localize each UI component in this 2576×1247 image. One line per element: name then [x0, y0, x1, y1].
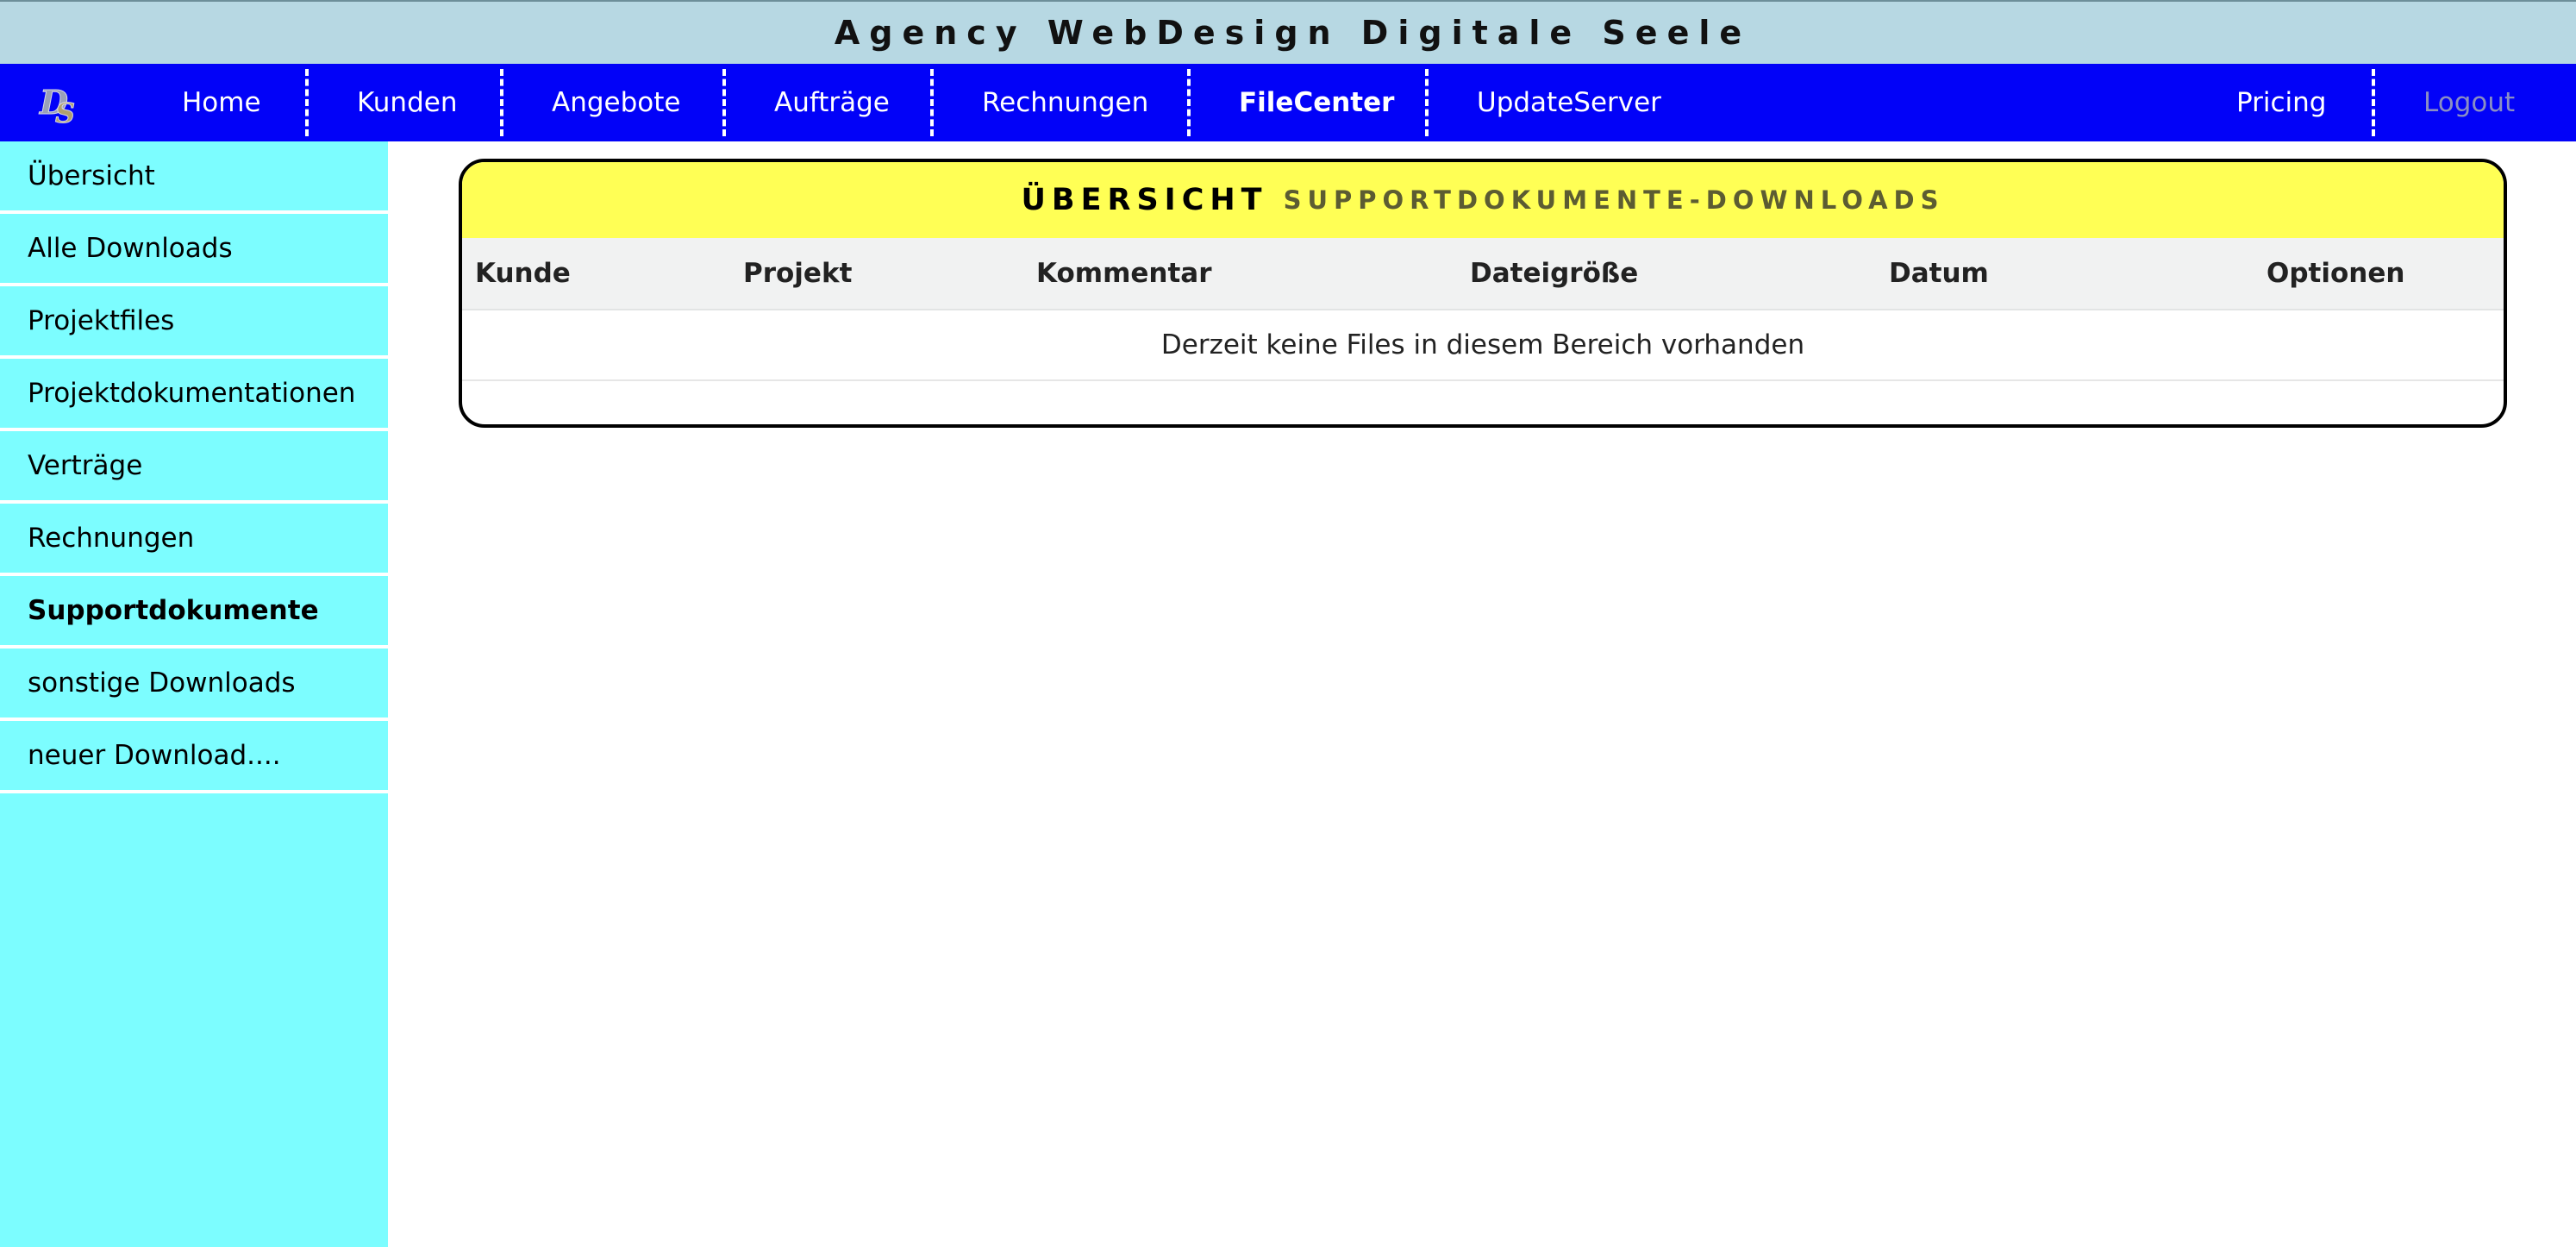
nav-divider: [1425, 69, 1429, 136]
nav-updateserver[interactable]: UpdateServer: [1477, 64, 1661, 141]
column-header-kommentar: Kommentar: [1036, 258, 1212, 289]
column-header-kunde: Kunde: [475, 258, 571, 289]
sidebar-item-projektfiles[interactable]: Projektfiles: [0, 286, 388, 359]
nav-divider: [500, 69, 503, 136]
nav-home[interactable]: Home: [182, 64, 261, 141]
sidebar-item-rechnungen[interactable]: Rechnungen: [0, 504, 388, 576]
app-title-bar: Agency WebDesign Digitale Seele: [0, 0, 2576, 64]
downloads-panel: ÜBERSICHT SUPPORTDOKUMENTE-DOWNLOADS Kun…: [459, 159, 2507, 428]
panel-header: ÜBERSICHT SUPPORTDOKUMENTE-DOWNLOADS: [462, 162, 2504, 238]
nav-divider: [930, 69, 934, 136]
nav-divider: [2372, 69, 2375, 136]
nav-kunden[interactable]: Kunden: [357, 64, 457, 141]
nav-divider: [305, 69, 309, 136]
sidebar-item-alle-downloads[interactable]: Alle Downloads: [0, 214, 388, 286]
nav-rechnungen[interactable]: Rechnungen: [982, 64, 1148, 141]
column-header-dateigroesse: Dateigröße: [1470, 258, 1639, 289]
table-header: Kunde Projekt Kommentar Dateigröße Datum…: [462, 238, 2504, 310]
nav-divider: [1187, 69, 1191, 136]
column-header-datum: Datum: [1889, 258, 1989, 289]
empty-table-message: Derzeit keine Files in diesem Bereich vo…: [462, 310, 2504, 381]
nav-pricing[interactable]: Pricing: [2236, 64, 2327, 141]
sidebar-item-uebersicht[interactable]: Übersicht: [0, 141, 388, 214]
main-nav: D S Home Kunden Angebote Aufträge Rechnu…: [0, 64, 2576, 141]
sidebar-item-neuer-download[interactable]: neuer Download....: [0, 721, 388, 793]
ds-logo-icon[interactable]: D S: [34, 79, 90, 130]
sidebar: Übersicht Alle Downloads Projektfiles Pr…: [0, 141, 388, 1247]
sidebar-item-vertraege[interactable]: Verträge: [0, 431, 388, 504]
column-header-projekt: Projekt: [743, 258, 853, 289]
nav-filecenter[interactable]: FileCenter: [1239, 64, 1394, 141]
nav-logout[interactable]: Logout: [2423, 64, 2515, 141]
sidebar-item-projektdokumentationen[interactable]: Projektdokumentationen: [0, 359, 388, 431]
panel-title: ÜBERSICHT: [1021, 183, 1268, 217]
sidebar-item-supportdokumente[interactable]: Supportdokumente: [0, 576, 388, 649]
sidebar-item-sonstige-downloads[interactable]: sonstige Downloads: [0, 649, 388, 721]
panel-subtitle: SUPPORTDOKUMENTE-DOWNLOADS: [1283, 185, 1945, 215]
nav-angebote[interactable]: Angebote: [552, 64, 680, 141]
nav-auftraege[interactable]: Aufträge: [774, 64, 890, 141]
app-title: Agency WebDesign Digitale Seele: [834, 14, 1752, 52]
nav-divider: [722, 69, 726, 136]
svg-text:S: S: [55, 97, 75, 128]
column-header-optionen: Optionen: [2267, 258, 2405, 289]
